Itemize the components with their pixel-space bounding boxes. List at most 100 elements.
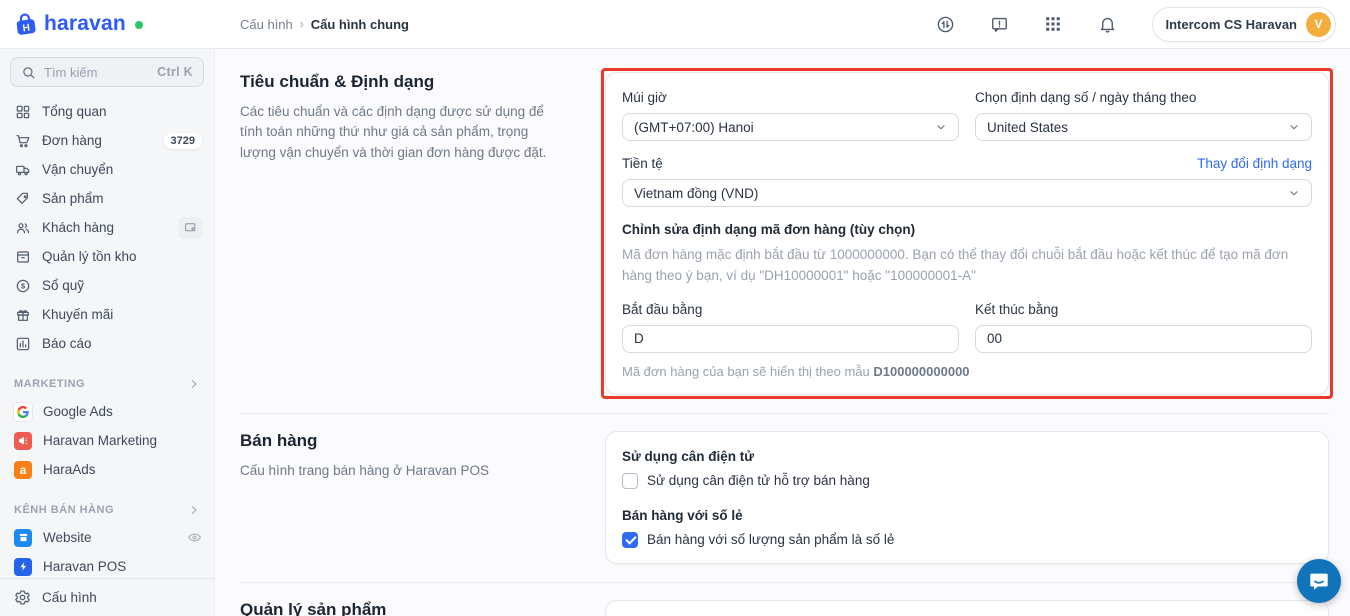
sidebar-item-label: Cấu hình bbox=[42, 590, 97, 605]
number-format-select[interactable]: United States bbox=[975, 113, 1312, 141]
sidebar-item-don-hang[interactable]: Đơn hàng 3729 bbox=[0, 126, 214, 155]
haraads-icon: a bbox=[14, 460, 32, 479]
top-header: H haravan Cấu hình › Cấu hình chung Inte… bbox=[0, 0, 1350, 49]
section-label-text: MARKETING bbox=[14, 378, 86, 390]
sidebar-item-label: Sản phẩm bbox=[42, 191, 104, 206]
number-format-label: Chọn định dạng số / ngày tháng theo bbox=[975, 90, 1197, 105]
suffix-label: Kết thúc bằng bbox=[975, 301, 1059, 317]
sidebar-item-label: Google Ads bbox=[43, 404, 113, 419]
shopping-bag-logo-icon: H bbox=[13, 11, 39, 37]
change-format-link[interactable]: Thay đổi định dạng bbox=[1197, 156, 1312, 171]
section-label-text: KÊNH BÁN HÀNG bbox=[14, 504, 114, 516]
currency-select[interactable]: Vietnam đồng (VND) bbox=[622, 179, 1312, 207]
sidebar-item-quan-ly-ton-kho[interactable]: Quản lý tồn kho bbox=[0, 242, 214, 271]
decimal-group-title: Bán hàng với số lẻ bbox=[622, 507, 743, 523]
section-title: Tiêu chuẩn & Định dạng bbox=[240, 72, 435, 91]
section-standards: Tiêu chuẩn & Định dạng Các tiêu chuẩn và… bbox=[240, 68, 1333, 399]
currency-value: Vietnam đồng (VND) bbox=[634, 185, 759, 201]
apps-grid-icon[interactable] bbox=[1044, 15, 1063, 34]
order-code-description: Mã đơn hàng mặc định bắt đầu từ 10000000… bbox=[622, 247, 1289, 283]
prefix-input[interactable] bbox=[622, 324, 959, 353]
feedback-message-icon[interactable] bbox=[990, 15, 1009, 34]
sidebar-item-van-chuyen[interactable]: Vận chuyển bbox=[0, 155, 214, 184]
search-input[interactable] bbox=[44, 64, 150, 80]
sidebar: Ctrl K Tổng quan Đơn hàng 3729 Vận chuyể… bbox=[0, 49, 215, 616]
sample-text: Mã đơn hàng của bạn sẽ hiển thị theo mẫu bbox=[622, 363, 874, 379]
sidebar-item-label: Báo cáo bbox=[42, 336, 92, 351]
scale-group-title: Sử dụng cân điện tử bbox=[622, 448, 755, 464]
breadcrumb-parent[interactable]: Cấu hình bbox=[240, 17, 293, 32]
chevron-down-icon bbox=[1288, 187, 1300, 199]
sidebar-nav: Tổng quan Đơn hàng 3729 Vận chuyển Sản p… bbox=[0, 93, 214, 578]
svg-text:$: $ bbox=[20, 281, 24, 290]
haravan-logo[interactable]: H haravan bbox=[0, 11, 225, 37]
decimal-checkbox[interactable] bbox=[622, 531, 638, 548]
section-title: Bán hàng bbox=[240, 430, 318, 450]
sidebar-item-label: Sổ quỹ bbox=[42, 278, 85, 293]
sidebar-item-label: Website bbox=[43, 530, 92, 545]
suffix-input[interactable] bbox=[975, 324, 1312, 353]
svg-text:H: H bbox=[22, 23, 31, 35]
sidebar-item-label: Vận chuyển bbox=[42, 162, 114, 177]
website-icon bbox=[14, 528, 32, 547]
chevron-down-icon bbox=[1288, 121, 1300, 133]
sales-card: Sử dụng cân điện tử Sử dụng cân điện tử … bbox=[605, 430, 1329, 564]
sidebar-item-khuyen-mai[interactable]: Khuyến mãi bbox=[0, 300, 214, 329]
section-description: Các tiêu chuẩn và các định dạng được sử … bbox=[240, 104, 547, 160]
sidebar-item-bao-cao[interactable]: Báo cáo bbox=[0, 329, 214, 358]
notifications-bell-icon[interactable] bbox=[1098, 15, 1117, 34]
chat-bubble-icon bbox=[1308, 570, 1330, 592]
standards-card: Múi giờ (GMT+07:00) Hanoi Chọn định dạng… bbox=[605, 72, 1329, 395]
google-ads-icon bbox=[14, 402, 32, 421]
sidebar-item-haravan-pos[interactable]: Haravan POS bbox=[0, 552, 214, 578]
sample-code: D100000000000 bbox=[873, 363, 970, 379]
sidebar-section-marketing[interactable]: MARKETING bbox=[0, 371, 214, 397]
open-window-plus-icon[interactable] bbox=[178, 216, 202, 239]
sidebar-item-label: Quản lý tồn kho bbox=[42, 249, 137, 264]
user-name: Intercom CS Haravan bbox=[1165, 16, 1298, 32]
report-chart-icon bbox=[14, 335, 31, 352]
sidebar-item-cau-hinh[interactable]: Cấu hình bbox=[0, 578, 214, 616]
sidebar-item-google-ads[interactable]: Google Ads bbox=[0, 397, 214, 426]
sidebar-item-label: HaraAds bbox=[43, 462, 96, 477]
chevron-down-icon bbox=[935, 121, 947, 133]
eye-icon[interactable] bbox=[187, 530, 202, 545]
sidebar-item-haraads[interactable]: a HaraAds bbox=[0, 455, 214, 484]
sidebar-search[interactable]: Ctrl K bbox=[10, 57, 204, 87]
logo-text: haravan bbox=[44, 12, 126, 35]
gear-icon bbox=[14, 589, 31, 606]
user-account-menu[interactable]: Intercom CS Haravan V bbox=[1151, 6, 1336, 42]
currency-label: Tiền tệ bbox=[622, 156, 663, 171]
customers-icon bbox=[14, 219, 31, 236]
inventory-box-icon bbox=[14, 248, 31, 265]
tag-icon bbox=[14, 190, 31, 207]
section-products: Quản lý sản phẩm Tồn kho sản phẩm bbox=[240, 583, 1329, 616]
chevron-right-icon bbox=[188, 378, 200, 390]
sidebar-item-label: Khách hàng bbox=[42, 220, 115, 235]
sidebar-item-haravan-marketing[interactable]: Haravan Marketing bbox=[0, 426, 214, 455]
number-format-value: United States bbox=[987, 119, 1069, 135]
haravan-marketing-icon bbox=[14, 431, 32, 450]
sidebar-section-kenh-ban-hang[interactable]: KÊNH BÁN HÀNG bbox=[0, 497, 214, 523]
sidebar-item-so-quy[interactable]: $ Sổ quỹ bbox=[0, 271, 214, 300]
intercom-chat-button[interactable] bbox=[1297, 559, 1341, 603]
online-status-dot bbox=[134, 21, 143, 29]
sidebar-item-website[interactable]: Website bbox=[0, 523, 214, 552]
sidebar-item-san-pham[interactable]: Sản phẩm bbox=[0, 184, 214, 213]
money-circle-icon: $ bbox=[14, 277, 31, 294]
scale-checkbox[interactable] bbox=[622, 472, 638, 489]
sidebar-item-tong-quan[interactable]: Tổng quan bbox=[0, 97, 214, 126]
order-code-title: Chỉnh sửa định dạng mã đơn hàng (tùy chọ… bbox=[622, 222, 916, 237]
timezone-select[interactable]: (GMT+07:00) Hanoi bbox=[622, 113, 959, 141]
red-annotation-highlight: Múi giờ (GMT+07:00) Hanoi Chọn định dạng… bbox=[601, 68, 1333, 399]
chevron-right-icon bbox=[188, 504, 200, 516]
sidebar-item-khach-hang[interactable]: Khách hàng bbox=[0, 213, 214, 242]
prefix-label: Bắt đầu bằng bbox=[622, 301, 703, 317]
gift-icon bbox=[14, 306, 31, 323]
timezone-label: Múi giờ bbox=[622, 90, 667, 105]
search-shortcut: Ctrl K bbox=[157, 65, 193, 79]
search-icon bbox=[21, 65, 36, 80]
breadcrumb-current: Cấu hình chung bbox=[310, 16, 409, 32]
sync-transfer-icon[interactable] bbox=[936, 15, 955, 34]
main-content: Tiêu chuẩn & Định dạng Các tiêu chuẩn và… bbox=[215, 49, 1350, 616]
